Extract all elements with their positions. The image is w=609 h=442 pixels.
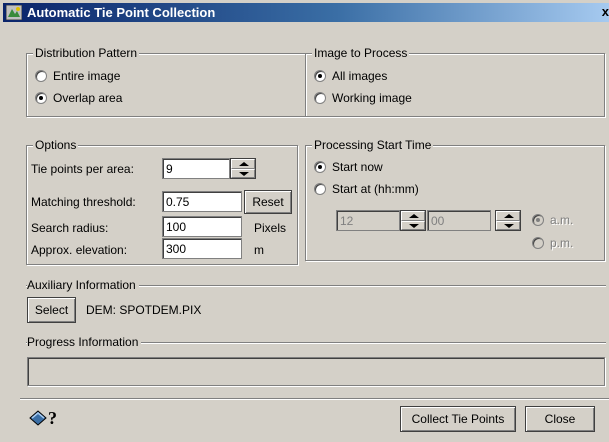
svg-text:?: ? [48,408,57,428]
radio-button[interactable] [35,70,47,82]
radio-label: Entire image [53,69,121,83]
hour-spinner[interactable] [400,210,426,231]
radio-label: Start now [332,160,383,174]
radio-working-image[interactable]: Working image [314,91,412,105]
radio-button[interactable] [532,214,544,226]
matching-threshold-label: Matching threshold: [31,195,136,209]
radio-button[interactable] [314,183,326,195]
matching-threshold-input[interactable] [162,191,242,212]
spin-down-icon[interactable] [496,220,520,230]
tie-points-label: Tie points per area: [31,162,134,176]
minute-spinner[interactable] [495,210,521,231]
select-dem-button[interactable]: Select [27,297,76,323]
radio-overlap-area[interactable]: Overlap area [35,91,122,105]
radio-am[interactable]: a.m. [532,213,573,227]
spin-up-icon[interactable] [496,211,520,221]
progress-bar [27,357,605,386]
radio-label: All images [332,69,388,83]
close-button[interactable]: Close [525,406,595,432]
collect-tie-points-button[interactable]: Collect Tie Points [400,406,516,432]
spin-up-icon[interactable] [401,211,425,221]
radio-button[interactable] [314,161,326,173]
dem-filename: DEM: SPOTDEM.PIX [86,303,202,317]
tie-points-spinner[interactable] [230,158,256,179]
distribution-pattern-group: Distribution Pattern Entire image Overla… [26,46,306,117]
radio-button[interactable] [314,70,326,82]
radio-label: a.m. [550,213,574,227]
radio-label: Start at (hh:mm) [332,182,419,196]
radio-label: Overlap area [53,91,123,105]
search-radius-unit: Pixels [254,221,287,235]
approx-elevation-label: Approx. elevation: [31,243,128,257]
radio-button[interactable] [35,92,47,104]
image-to-process-group: Image to Process All images Working imag… [305,46,605,117]
radio-pm[interactable]: p.m. [532,236,573,250]
help-book-icon[interactable]: ? [28,406,68,428]
reset-button[interactable]: Reset [244,190,292,214]
radio-label: Working image [332,91,412,105]
hour-input[interactable] [336,210,400,231]
radio-label: p.m. [550,236,574,250]
approx-elevation-unit: m [254,243,264,257]
radio-start-at[interactable]: Start at (hh:mm) [314,182,419,196]
radio-button[interactable] [532,237,544,249]
approx-elevation-input[interactable] [162,238,242,259]
radio-all-images[interactable]: All images [314,69,387,83]
options-legend: Options [33,138,79,152]
footer-separator [20,398,609,400]
progress-label: Progress Information [27,335,142,349]
close-window-icon[interactable]: x [595,4,609,20]
distribution-pattern-legend: Distribution Pattern [33,46,140,60]
window-title: Automatic Tie Point Collection [27,5,216,20]
spin-down-icon[interactable] [231,168,255,178]
minute-input[interactable] [427,210,491,231]
title-bar[interactable]: Automatic Tie Point Collection x [3,3,609,22]
processing-start-time-legend: Processing Start Time [312,138,434,152]
radio-entire-image[interactable]: Entire image [35,69,120,83]
tie-points-input[interactable] [162,158,230,179]
app-icon [6,5,22,20]
dialog-window: Automatic Tie Point Collection x Distrib… [0,0,609,442]
image-to-process-legend: Image to Process [312,46,410,60]
search-radius-input[interactable] [162,216,242,237]
radio-button[interactable] [314,92,326,104]
options-group: Options Tie points per area: Matching th… [26,138,298,265]
spin-up-icon[interactable] [231,159,255,169]
processing-start-time-group: Processing Start Time Start now Start at… [305,138,605,261]
search-radius-label: Search radius: [31,221,109,235]
spin-down-icon[interactable] [401,220,425,230]
auxiliary-label: Auxiliary Information [27,278,139,292]
radio-start-now[interactable]: Start now [314,160,383,174]
